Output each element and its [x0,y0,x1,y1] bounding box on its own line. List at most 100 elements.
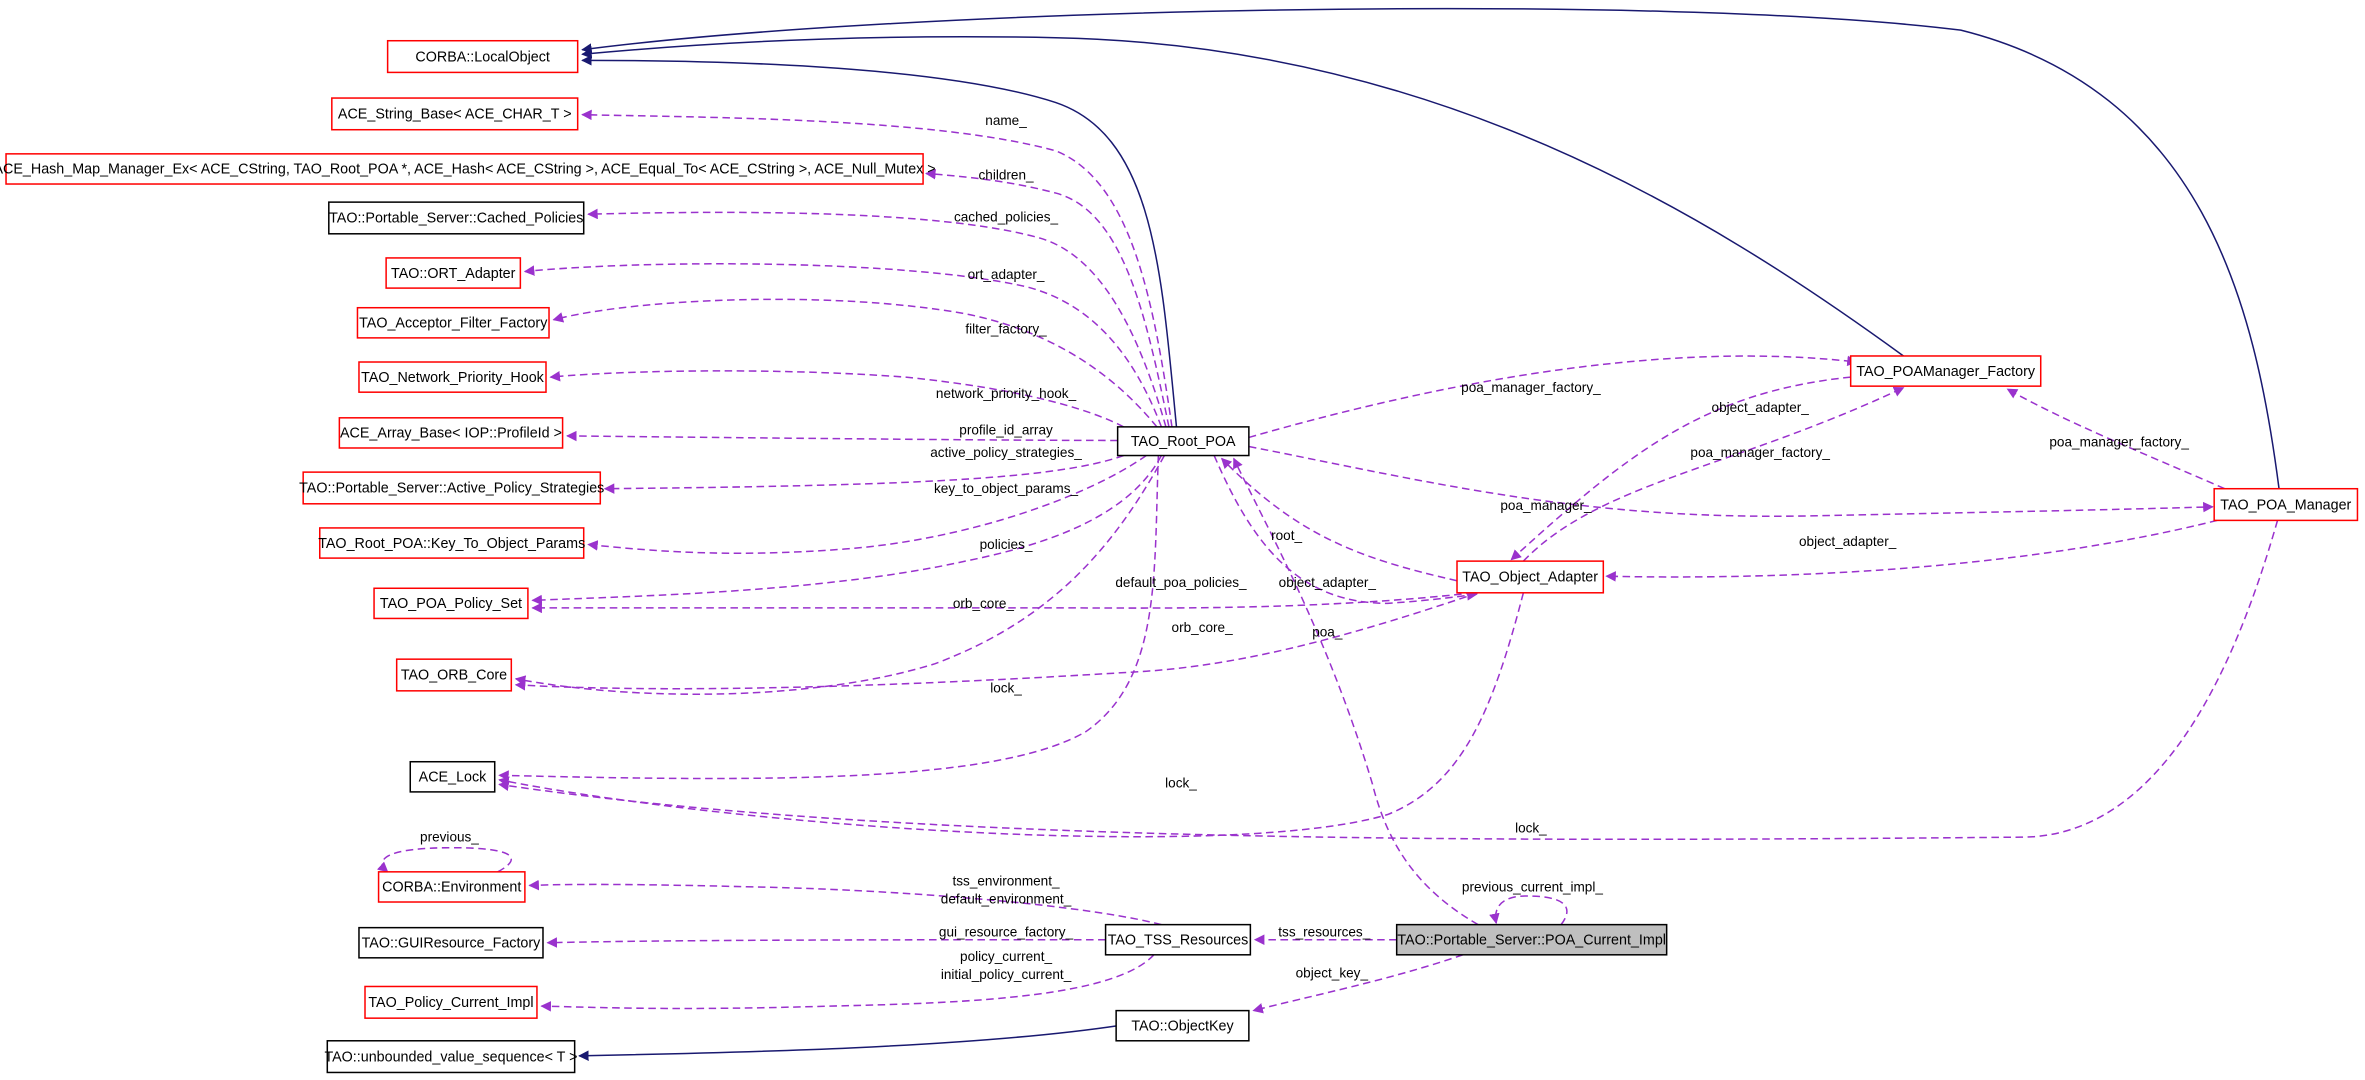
edge-ort-adapter [523,263,1163,428]
edge-label: previous_current_impl_ [1462,879,1603,894]
edge-object-key [1252,954,1464,1014]
edge-label: default_environment_ [941,892,1072,907]
class-node-label: TAO_ORB_Core [401,668,507,684]
class-node-label: TAO_POA_Policy_Set [380,596,522,612]
class-node-label: TAO::unbounded_value_sequence< T > [324,1049,577,1065]
edge-filter-factory [552,298,1158,428]
edge-label: policy_current_ [960,949,1052,964]
edge-poamanager-factory-to-local-object [581,35,1904,357]
edge-label: poa_manager_factory_ [1461,380,1601,395]
edge-label: poa_manager_factory_ [1690,445,1830,460]
edge-label: tss_resources_ [1278,925,1370,940]
class-node[interactable]: TAO_Root_POA::Key_To_Object_Params [318,527,585,559]
edge-label: initial_policy_current_ [941,967,1072,982]
edge-label: lock_ [1165,775,1197,790]
class-node[interactable]: TAO::Portable_Server::Cached_Policies [328,201,585,235]
edge-label: cached_policies_ [954,210,1059,225]
class-node[interactable]: TAO_POA_Manager [2213,487,2359,522]
edge-label: poa_manager_factory_ [2049,434,2189,449]
class-node-label: TAO_POA_Manager [2220,497,2351,513]
edge-poa-manager-factory-root [1248,355,1858,439]
class-node-label: TAO::GUIResource_Factory [362,935,542,951]
edge-policies [531,455,1163,606]
edge-label: active_policy_strategies_ [930,445,1082,460]
class-node-label: TAO_Root_POA [1131,434,1236,450]
class-node[interactable]: CORBA::LocalObject [386,39,579,74]
class-node[interactable]: TAO::ORT_Adapter [385,257,522,289]
class-node-label: TAO::ORT_Adapter [391,266,516,282]
edge-label: lock_ [1515,821,1547,836]
class-node-label: CORBA::LocalObject [415,49,549,65]
edge-label: policies_ [980,537,1033,552]
class-node[interactable]: TAO_Policy_Current_Impl [364,985,538,1019]
edge-label: network_priority_hook_ [936,386,1077,401]
edge-object-adapter-pm [1605,519,2218,582]
edge-label: filter_factory_ [965,321,1047,336]
class-node-label: TAO_Acceptor_Filter_Factory [359,316,548,332]
class-node[interactable]: ACE_Array_Base< IOP::ProfileId > [338,417,564,449]
class-node[interactable]: TAO::GUIResource_Factory [358,926,544,959]
edge-label: profile_id_array [959,422,1053,437]
class-node-label: ACE_Hash_Map_Manager_Ex< ACE_CString, TA… [0,162,936,178]
class-node-label: TAO::ObjectKey [1131,1018,1234,1034]
class-node-label: TAO::Portable_Server::Cached_Policies [329,211,583,227]
edge-label: key_to_object_params_ [934,481,1078,496]
collaboration-diagram: name_ children_ cached_policies_ ort_ada… [0,7,2359,1074]
class-node[interactable]: TAO_Object_Adapter [1456,560,1605,594]
class-node[interactable]: TAO::ObjectKey [1115,1009,1250,1042]
class-node[interactable]: TAO_Acceptor_Filter_Factory [356,306,550,339]
class-node-label: ACE_Lock [419,770,487,786]
class-node[interactable]: TAO_POA_Policy_Set [373,587,529,620]
class-node-label: ACE_String_Base< ACE_CHAR_T > [338,107,572,123]
edge-lock-pm [498,520,2279,841]
edge-gui-resource-factory [546,937,1106,948]
class-node[interactable]: TAO_ORB_Core [395,658,513,692]
edge-poa-manager-to-local-object [581,7,2280,489]
class-node-label: CORBA::Environment [382,880,521,896]
edge-label: orb_core_ [953,596,1015,611]
class-node[interactable]: ACE_String_Base< ACE_CHAR_T > [331,97,579,131]
edge-label: object_adapter_ [1712,400,1810,415]
edge-previous [377,846,513,873]
class-node[interactable]: TAO_Root_POA [1116,426,1250,457]
edge-label: ort_adapter_ [968,267,1045,282]
edge-label: object_adapter_ [1279,575,1377,590]
class-node-label: ACE_Array_Base< IOP::ProfileId > [340,426,562,442]
class-node[interactable]: TAO_TSS_Resources [1104,923,1252,956]
edge-label: lock_ [990,680,1022,695]
class-node-label: TAO::Portable_Server::Active_Policy_Stra… [299,481,604,497]
edge-lock-oa [498,592,1525,838]
edge-label: tss_environment_ [953,873,1061,888]
class-node[interactable]: TAO_Network_Priority_Hook [358,361,547,393]
edge-label: name_ [985,113,1027,128]
class-node-label: TAO::Portable_Server::POA_Current_Impl [1397,932,1666,948]
edge-label: children_ [979,167,1034,182]
class-node-label: TAO_Root_POA::Key_To_Object_Params [318,536,585,552]
class-nodes: CORBA::LocalObjectACE_String_Base< ACE_C… [0,39,2359,1074]
edge-label: previous_ [420,830,479,845]
edge-label: gui_resource_factory_ [939,925,1074,940]
class-node[interactable]: TAO::Portable_Server::Active_Policy_Stra… [299,471,604,505]
edge-label: root_ [1271,528,1302,543]
edge-label: object_adapter_ [1799,534,1897,549]
edge-root [1220,457,1458,582]
edge-label: default_poa_policies_ [1115,575,1247,590]
class-node[interactable]: TAO::Portable_Server::POA_Current_Impl [1395,923,1668,956]
edge-cached-policies [587,208,1167,428]
class-node[interactable]: TAO::unbounded_value_sequence< T > [324,1040,578,1074]
class-node[interactable]: TAO_POAManager_Factory [1849,355,2042,387]
edge-label: poa_ [1312,625,1343,640]
class-node-label: TAO_Object_Adapter [1462,570,1598,586]
class-node[interactable]: ACE_Lock [409,760,496,793]
class-node[interactable]: ACE_Hash_Map_Manager_Ex< ACE_CString, TA… [0,153,936,185]
class-node-label: TAO_Policy_Current_Impl [368,995,533,1011]
class-node[interactable]: CORBA::Environment [377,871,526,903]
edge-label: orb_core_ [1172,620,1234,635]
usage-edges [377,109,2279,1014]
class-node-label: TAO_TSS_Resources [1108,932,1249,948]
class-node-label: TAO_POAManager_Factory [1856,364,2036,380]
class-node-label: TAO_Network_Priority_Hook [361,370,545,386]
edge-labels: name_ children_ cached_policies_ ort_ada… [420,113,2189,982]
edge-label: poa_manager_ [1500,498,1592,513]
edge-previous-current-impl [1489,895,1568,926]
